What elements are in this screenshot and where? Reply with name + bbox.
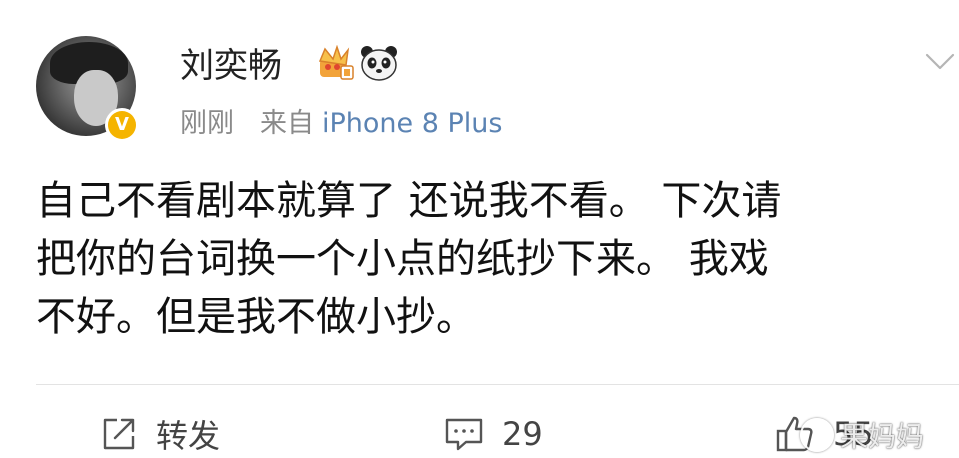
chevron-down-icon[interactable]	[925, 52, 955, 72]
post-time: 刚刚	[180, 108, 234, 139]
watermark: 果妈妈	[800, 415, 924, 455]
comment-count: 29	[502, 415, 543, 453]
watermark-text: 果妈妈	[840, 420, 925, 453]
crown-icon	[318, 45, 354, 80]
repost-icon	[103, 418, 135, 450]
weibo-post: V 刘奕畅 刚刚 来自 iPhone 8 Plus 自己不看剧本就算了 还说我不看。…	[0, 0, 959, 458]
author-name[interactable]: 刘奕畅	[180, 42, 282, 90]
verified-badge-icon: V	[105, 108, 139, 142]
repost-label: 转发	[156, 417, 221, 455]
repost-button[interactable]: 转发	[100, 410, 220, 458]
panda-icon	[361, 46, 397, 81]
watermark-logo-icon	[800, 418, 834, 452]
divider	[36, 384, 959, 385]
post-content-line: 自己不看剧本就算了 还说我不看。 下次请	[36, 178, 782, 224]
post-content-line: 不好。但是我不做小抄。	[36, 294, 476, 340]
comment-icon	[445, 418, 483, 451]
post-source-prefix: 来自	[260, 108, 314, 139]
post-content-line: 把你的台词换一个小点的纸抄下来。 我戏	[36, 236, 769, 282]
post-meta: 刚刚 来自 iPhone 8 Plus	[180, 104, 502, 144]
comment-button[interactable]: 29	[444, 410, 543, 458]
post-source-link[interactable]: iPhone 8 Plus	[322, 108, 502, 139]
verified-badge-mark: V	[108, 111, 136, 139]
post-content: 自己不看剧本就算了 还说我不看。 下次请 把你的台词换一个小点的纸抄下来。 我戏…	[36, 172, 936, 346]
